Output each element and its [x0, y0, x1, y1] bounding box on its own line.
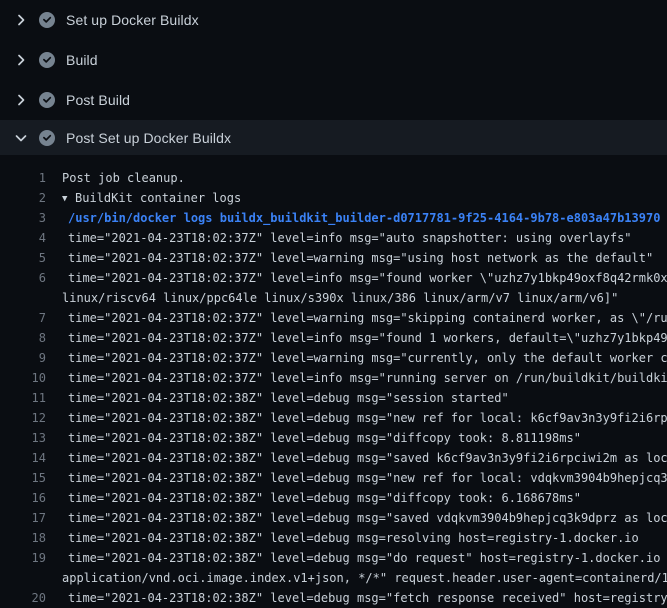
log-line: 9 time="2021-04-23T18:02:37Z" level=warni… [0, 348, 667, 368]
log-line: 5 time="2021-04-23T18:02:37Z" level=warni… [0, 248, 667, 268]
log-line: 12 time="2021-04-23T18:02:38Z" level=debu… [0, 408, 667, 428]
log-text: time="2021-04-23T18:02:37Z" level=info m… [68, 228, 667, 248]
log-text: time="2021-04-23T18:02:38Z" level=debug … [68, 508, 667, 528]
log-text: time="2021-04-23T18:02:37Z" level=warnin… [68, 348, 667, 368]
log-line-number [0, 568, 46, 588]
log-line-number [0, 288, 46, 308]
log-line-number[interactable]: 7 [0, 308, 46, 328]
log-text: time="2021-04-23T18:02:37Z" level=warnin… [68, 248, 667, 268]
step-success-check-icon [39, 130, 55, 146]
log-text: time="2021-04-23T18:02:38Z" level=debug … [68, 448, 667, 468]
log-line-number[interactable]: 3 [0, 208, 46, 228]
log-text: time="2021-04-23T18:02:37Z" level=info m… [68, 368, 667, 388]
log-line-number[interactable]: 5 [0, 248, 46, 268]
log-text: time="2021-04-23T18:02:38Z" level=debug … [68, 468, 667, 488]
step-success-check-icon [39, 92, 55, 108]
log-line-number[interactable]: 17 [0, 508, 46, 528]
log-line: 7 time="2021-04-23T18:02:37Z" level=warni… [0, 308, 667, 328]
log-text: application/vnd.oci.image.index.v1+json,… [62, 568, 667, 588]
log-line-number[interactable]: 6 [0, 268, 46, 288]
log-text: linux/riscv64 linux/ppc64le linux/s390x … [62, 288, 667, 308]
log-command-text: /usr/bin/docker logs buildx_buildkit_bui… [68, 208, 667, 228]
step-row-post-build[interactable]: Post Build [0, 80, 667, 120]
log-line: 13 time="2021-04-23T18:02:38Z" level=debu… [0, 428, 667, 448]
log-text: time="2021-04-23T18:02:37Z" level=info m… [68, 268, 667, 288]
log-line: 19 time="2021-04-23T18:02:38Z" level=debu… [0, 548, 667, 568]
log-text: time="2021-04-23T18:02:38Z" level=debug … [68, 528, 667, 548]
log-text: time="2021-04-23T18:02:38Z" level=debug … [68, 388, 667, 408]
chevron-right-icon[interactable] [13, 52, 29, 68]
log-line: 3/usr/bin/docker logs buildx_buildkit_bu… [0, 208, 667, 228]
log-line-number[interactable]: 15 [0, 468, 46, 488]
log-text: Post job cleanup. [62, 168, 667, 188]
log-line: 14 time="2021-04-23T18:02:38Z" level=debu… [0, 448, 667, 468]
log-line-number[interactable]: 12 [0, 408, 46, 428]
log-line-number[interactable]: 13 [0, 428, 46, 448]
log-line-number[interactable]: 19 [0, 548, 46, 568]
log-line-number[interactable]: 9 [0, 348, 46, 368]
log-line: 10 time="2021-04-23T18:02:37Z" level=info… [0, 368, 667, 388]
chevron-down-icon[interactable] [13, 130, 29, 146]
log-line: 1 Post job cleanup. [0, 168, 667, 188]
log-line: 17 time="2021-04-23T18:02:38Z" level=debu… [0, 508, 667, 528]
log-line: 8 time="2021-04-23T18:02:37Z" level=info … [0, 328, 667, 348]
log-text: time="2021-04-23T18:02:38Z" level=debug … [68, 488, 667, 508]
log-text: time="2021-04-23T18:02:37Z" level=info m… [68, 328, 667, 348]
step-label: Build [66, 52, 98, 68]
log-line-number[interactable]: 11 [0, 388, 46, 408]
log-text: time="2021-04-23T18:02:38Z" level=debug … [68, 548, 667, 568]
log-text: time="2021-04-23T18:02:38Z" level=debug … [68, 588, 667, 608]
step-row-post-set-up-docker-buildx[interactable]: Post Set up Docker Buildx [0, 120, 667, 155]
step-label: Post Set up Docker Buildx [66, 130, 231, 146]
log-line: 11 time="2021-04-23T18:02:38Z" level=debu… [0, 388, 667, 408]
log-text: time="2021-04-23T18:02:38Z" level=debug … [68, 408, 667, 428]
log-line: 2 ▼BuildKit container logs [0, 188, 667, 208]
log-line-number[interactable]: 16 [0, 488, 46, 508]
log-line-number[interactable]: 18 [0, 528, 46, 548]
log-line: 20 time="2021-04-23T18:02:38Z" level=debu… [0, 588, 667, 608]
chevron-right-icon[interactable] [13, 92, 29, 108]
step-list: Set up Docker Buildx Build Post Build Post … [0, 0, 667, 155]
step-row-set-up-docker-buildx[interactable]: Set up Docker Buildx [0, 0, 667, 40]
group-toggle-icon[interactable]: ▼ [62, 189, 75, 208]
log-text: time="2021-04-23T18:02:37Z" level=warnin… [68, 308, 667, 328]
step-row-build[interactable]: Build [0, 40, 667, 80]
log-line-number[interactable]: 1 [0, 168, 46, 188]
log-line: 4 time="2021-04-23T18:02:37Z" level=info … [0, 228, 667, 248]
log-line: 18 time="2021-04-23T18:02:38Z" level=debu… [0, 528, 667, 548]
log-line-continuation: application/vnd.oci.image.index.v1+json,… [0, 568, 667, 588]
log-line-number[interactable]: 4 [0, 228, 46, 248]
job-steps-panel: Set up Docker Buildx Build Post Build Post … [0, 0, 667, 608]
chevron-right-icon[interactable] [13, 12, 29, 28]
log-panel: 1 Post job cleanup. 2 ▼BuildKit container l… [0, 155, 667, 608]
log-line-number[interactable]: 2 [0, 188, 46, 208]
step-success-check-icon [39, 12, 55, 28]
log-line-number[interactable]: 10 [0, 368, 46, 388]
log-line: 6 time="2021-04-23T18:02:37Z" level=info … [0, 268, 667, 288]
log-text: time="2021-04-23T18:02:38Z" level=debug … [68, 428, 667, 448]
log-line-continuation: linux/riscv64 linux/ppc64le linux/s390x … [0, 288, 667, 308]
log-text[interactable]: ▼BuildKit container logs [62, 188, 667, 208]
log-line-number[interactable]: 20 [0, 588, 46, 608]
step-success-check-icon [39, 52, 55, 68]
step-label: Post Build [66, 92, 130, 108]
step-label: Set up Docker Buildx [66, 12, 199, 28]
log-line-number[interactable]: 8 [0, 328, 46, 348]
log-line: 16 time="2021-04-23T18:02:38Z" level=debu… [0, 488, 667, 508]
log-line-number[interactable]: 14 [0, 448, 46, 468]
log-line: 15 time="2021-04-23T18:02:38Z" level=debu… [0, 468, 667, 488]
